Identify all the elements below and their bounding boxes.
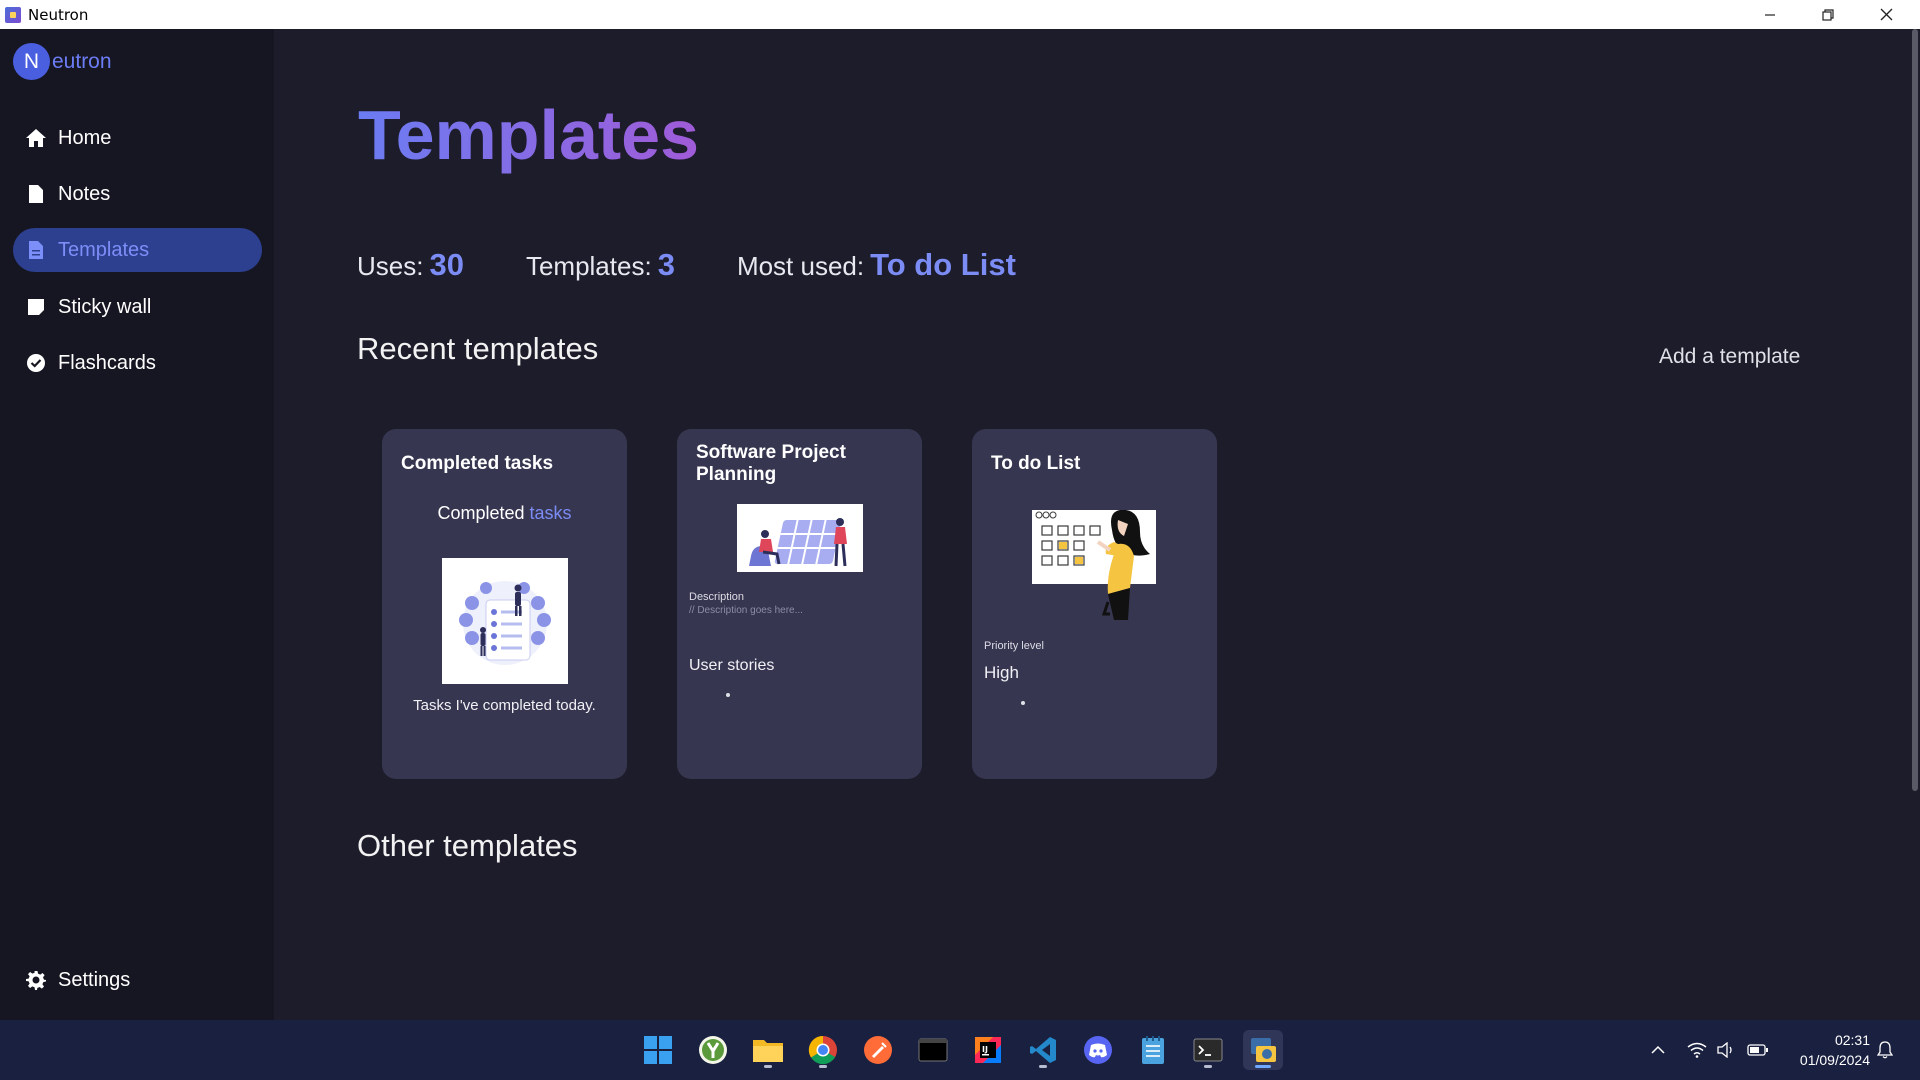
sidebar-item-home[interactable]: Home [13,116,262,160]
add-template-button[interactable]: Add a template [1659,345,1800,369]
battery-icon[interactable] [1746,1020,1770,1080]
description-label: Description [689,591,745,603]
description-placeholder: // Description goes here... [689,605,803,616]
brand-logo[interactable]: N eutron [13,43,112,80]
sidebar-item-label: Flashcards [58,351,156,374]
card-heading-text: Completed [437,503,530,523]
card-title: Software Project Planning [696,442,846,485]
card-title: Completed tasks [401,453,554,474]
vscode-icon[interactable] [1023,1030,1063,1070]
clock-date: 01/09/2024 [1799,1052,1870,1068]
note-icon [25,183,47,205]
logo-circle: N [13,43,50,80]
show-hidden-icons-button[interactable] [1648,1020,1668,1080]
brand-text: eutron [52,49,112,73]
card-title: To do List [991,453,1081,474]
chrome-icon[interactable] [803,1030,843,1070]
most-used-stat: Most used: To do List [737,247,1016,283]
file-explorer-icon[interactable] [748,1030,788,1070]
close-icon [1880,8,1892,21]
restore-icon [1822,8,1834,21]
sidebar-item-label: Notes [58,182,111,205]
vertical-scrollbar[interactable] [1912,29,1918,791]
todo-illustration [1032,502,1158,622]
other-templates-heading: Other templates [357,828,578,863]
sidebar: N eutron Home Notes Templates Sticky wal… [0,29,274,1020]
template-card-to-do-list[interactable]: To do List Priority level High [972,429,1217,779]
uses-stat: Uses: 30 [357,247,464,283]
running-indicator [1039,1065,1047,1068]
settings-label: Settings [58,968,131,991]
app-y-icon[interactable] [693,1030,733,1070]
bullet-point [1021,701,1025,705]
restore-button[interactable] [1799,0,1857,29]
sticky-note-icon [25,296,47,318]
notification-bell-icon[interactable] [1874,1020,1896,1080]
python-icon[interactable] [1243,1030,1283,1070]
check-circle-icon [25,352,47,374]
card-caption: Tasks I've completed today. [413,697,596,714]
templates-value: 3 [657,247,675,282]
minimize-button[interactable] [1741,0,1799,29]
discord-icon[interactable] [1078,1030,1118,1070]
uses-value: 30 [429,247,464,282]
home-icon [25,127,47,149]
close-button[interactable] [1857,0,1915,29]
terminal-icon[interactable] [913,1030,953,1070]
running-indicator [764,1065,772,1068]
planning-illustration [737,504,863,572]
templates-label: Templates: [525,251,652,281]
volume-icon[interactable] [1715,1020,1737,1080]
priority-label: Priority level [984,640,1044,652]
notepad-icon[interactable] [1133,1030,1173,1070]
sidebar-item-sticky-wall[interactable]: Sticky wall [13,285,262,329]
most-used-value[interactable]: To do List [870,247,1016,283]
app-icon [5,6,21,23]
most-used-label: Most used: [736,251,865,281]
window-title: Neutron [28,5,89,24]
running-indicator [1204,1065,1212,1068]
svg-text:IJ: IJ [982,1045,988,1054]
sidebar-item-label: Templates [58,238,150,261]
sidebar-item-notes[interactable]: Notes [13,172,262,216]
uses-label: Uses: [357,251,424,281]
chevron-up-icon [1651,1045,1665,1054]
intellij-icon[interactable]: IJ [968,1030,1008,1070]
template-card-software-project-planning[interactable]: Software Project Planning Description //… [677,429,922,779]
template-icon [25,239,47,261]
template-card-completed-tasks[interactable]: Completed tasks Completed tasks Tasks I'… [382,429,627,779]
checklist-illustration [442,558,568,684]
title-bar: Neutron [0,0,1920,29]
priority-value: High [984,663,1019,682]
windows-start-icon[interactable] [638,1030,678,1070]
cmd-icon[interactable] [1188,1030,1228,1070]
main-content: Templates Uses: 30 Templates: 3 Most use… [274,29,1920,1020]
clock-time: 02:31 [1834,1032,1870,1048]
card-heading: Completed tasks [382,503,627,524]
taskbar [0,1020,1920,1080]
sidebar-item-flashcards[interactable]: Flashcards [13,341,262,385]
recent-templates-heading: Recent templates [357,331,599,366]
running-indicator [1255,1065,1271,1068]
card-heading-link[interactable]: tasks [530,503,572,523]
settings-button[interactable]: Settings [13,958,262,1002]
sidebar-item-label: Home [58,126,112,149]
postman-icon[interactable] [858,1030,898,1070]
running-indicator [819,1065,827,1068]
gear-icon [25,969,47,991]
user-stories-heading: User stories [689,657,775,674]
sidebar-item-label: Sticky wall [58,295,152,318]
minimize-icon [1765,13,1775,16]
wifi-icon[interactable] [1686,1020,1708,1080]
system-clock[interactable]: 02:31 01/09/2024 [1780,1030,1870,1070]
page-title: Templates [358,96,700,174]
bullet-point [726,693,730,697]
sidebar-item-templates[interactable]: Templates [13,228,262,272]
templates-stat: Templates: 3 [526,247,675,283]
stats-row: Uses: 30 Templates: 3 Most used: To do L… [357,247,1078,283]
